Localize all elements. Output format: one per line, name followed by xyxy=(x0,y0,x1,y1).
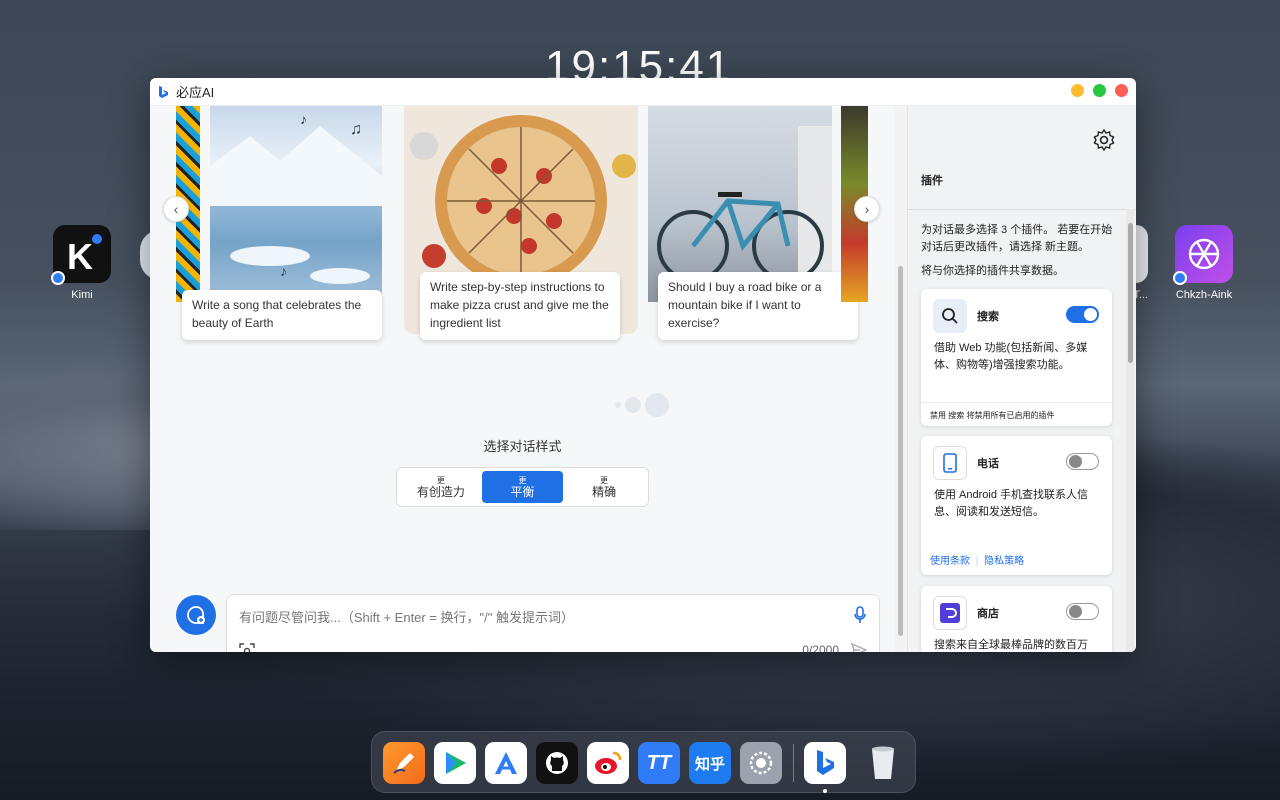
link-separator: | xyxy=(975,556,979,567)
carousel-card[interactable]: Should I buy a road bike or a mountain b… xyxy=(648,106,858,340)
plugin-description: 使用 Android 手机查找联系人信息、阅读和发送短信。 xyxy=(934,489,1089,518)
active-app-indicator xyxy=(823,789,827,793)
dock-app-weibo[interactable] xyxy=(587,742,629,784)
conversation-style-selector: 更 有创造力 更 平衡 更 精确 xyxy=(396,467,649,507)
svg-text:♫: ♫ xyxy=(350,121,362,138)
dock-trash[interactable] xyxy=(862,742,904,784)
style-selector-title: 选择对话样式 xyxy=(483,439,562,454)
weibo-icon xyxy=(595,751,622,774)
desktop-icon-kimi[interactable]: K Kimi xyxy=(42,225,122,301)
chat-input-placeholder[interactable]: 有问题尽管问我...（Shift + Enter = 换行，"/" 触发提示词） xyxy=(239,607,574,626)
dock-app-tt[interactable]: TT xyxy=(638,742,680,784)
minimize-button[interactable] xyxy=(1071,84,1084,97)
plugins-description: 为对话最多选择 3 个插件。 若要在开始对话后更改插件，请选择 新主题。 xyxy=(921,224,1113,253)
dock-app-store[interactable] xyxy=(485,742,527,784)
dock: TT 知乎 xyxy=(371,731,916,793)
plugin-card-shop: 商店 搜索来自全球最棒品牌的数百万 xyxy=(921,586,1112,652)
search-icon xyxy=(933,299,967,333)
plugin-card-search: 搜索 借助 Web 功能(包括新闻、多媒体、购物等)增强搜索功能。 禁用 搜索 … xyxy=(921,289,1112,426)
divider xyxy=(908,209,1136,210)
settings-icon xyxy=(749,751,773,775)
trash-icon xyxy=(872,746,894,779)
style-option-balanced[interactable]: 更 平衡 xyxy=(481,471,564,503)
tt-label: TT xyxy=(646,751,672,774)
privacy-link[interactable]: 隐私策略 xyxy=(984,556,1024,567)
chatgpt-icon xyxy=(1173,225,1233,285)
terms-link[interactable]: 使用条款 xyxy=(930,556,970,567)
plugin-description: 搜索来自全球最棒品牌的数百万 xyxy=(934,639,1088,651)
pen-icon xyxy=(393,753,414,774)
desktop-icon-label: Kimi xyxy=(71,289,93,301)
plugin-toggle-phone[interactable] xyxy=(1066,453,1099,470)
window-title: 必应AI xyxy=(176,85,215,100)
app-store-icon xyxy=(495,752,517,774)
desktop-icon-label: Chkzh-Aink xyxy=(1175,289,1233,301)
card-image: ♪ ♫ ♪ xyxy=(210,106,382,302)
new-chat-icon xyxy=(187,606,205,624)
zhihu-label: 知乎 xyxy=(694,755,725,773)
link-badge-icon xyxy=(51,271,65,285)
dock-app-pen[interactable] xyxy=(383,742,425,784)
svg-text:♪: ♪ xyxy=(280,263,287,279)
window-controls xyxy=(1071,84,1128,97)
style-option-precise[interactable]: 更 精确 xyxy=(563,471,645,503)
plugin-name: 电话 xyxy=(977,458,999,470)
plugin-name: 商店 xyxy=(977,608,999,620)
dock-app-github[interactable] xyxy=(536,742,578,784)
maximize-button[interactable] xyxy=(1093,84,1106,97)
carousel-next-button[interactable]: › xyxy=(854,196,880,222)
dock-app-settings[interactable] xyxy=(740,742,782,784)
shop-icon xyxy=(933,596,967,630)
settings-gear-icon[interactable] xyxy=(1092,128,1116,152)
card-caption: Should I buy a road bike or a mountain b… xyxy=(658,272,858,340)
play-icon xyxy=(446,752,466,774)
plugin-footer-note: 禁用 搜索 将禁用所有已启用的插件 xyxy=(921,402,1112,426)
card-caption: Write step-by-step instructions to make … xyxy=(420,272,620,340)
chevron-left-icon: ‹ xyxy=(173,201,179,217)
chat-input-box[interactable]: 有问题尽管问我...（Shift + Enter = 换行，"/" 触发提示词）… xyxy=(226,594,880,652)
char-counter: 0/2000 xyxy=(802,643,839,652)
dock-separator xyxy=(793,744,794,782)
desktop-icon-chkzh[interactable]: Chkzh-Aink xyxy=(1164,225,1244,301)
phone-icon xyxy=(933,446,967,480)
kimi-icon: K xyxy=(51,225,111,285)
plugin-card-phone: 电话 使用 Android 手机查找联系人信息、阅读和发送短信。 使用条款 | … xyxy=(921,436,1112,575)
github-icon xyxy=(546,752,568,774)
bing-ai-window: 必应AI ♪ ♫ ♪ Write a song that celebrates th… xyxy=(150,78,1136,652)
loading-dots xyxy=(615,393,669,417)
svg-text:K: K xyxy=(67,236,93,277)
send-icon[interactable] xyxy=(851,642,867,652)
carousel-card[interactable]: ♪ ♫ ♪ Write a song that celebrates the bea… xyxy=(182,106,390,340)
card-caption: Write a song that celebrates the beauty … xyxy=(182,290,382,340)
chevron-right-icon: › xyxy=(864,201,870,217)
bing-icon xyxy=(817,750,834,775)
dock-app-bing[interactable] xyxy=(804,742,846,784)
style-option-creative[interactable]: 更 有创造力 xyxy=(400,471,482,503)
plugin-description: 借助 Web 功能(包括新闻、多媒体、购物等)增强搜索功能。 xyxy=(934,342,1088,371)
prompt-carousel: ♪ ♫ ♪ Write a song that celebrates the bea… xyxy=(176,106,868,346)
carousel-prev-button[interactable]: ‹ xyxy=(163,196,189,222)
close-button[interactable] xyxy=(1115,84,1128,97)
plugin-name: 搜索 xyxy=(977,311,999,323)
sidebar-scrollbar[interactable] xyxy=(1126,209,1134,652)
plugin-toggle-shop[interactable] xyxy=(1066,603,1099,620)
microphone-icon[interactable] xyxy=(853,606,867,624)
carousel-card[interactable]: Write step-by-step instructions to make … xyxy=(404,106,638,340)
svg-text:♪: ♪ xyxy=(300,111,307,127)
main-scrollbar[interactable] xyxy=(895,106,907,652)
plugins-title: 插件 xyxy=(921,175,943,187)
plugin-toggle-search[interactable] xyxy=(1066,306,1099,323)
new-topic-button[interactable] xyxy=(176,595,216,635)
visual-search-icon[interactable] xyxy=(239,643,255,652)
chat-main: ♪ ♫ ♪ Write a song that celebrates the bea… xyxy=(150,106,895,652)
dock-app-zhihu[interactable]: 知乎 xyxy=(689,742,731,784)
titlebar: 必应AI xyxy=(150,78,1136,106)
plugin-links: 使用条款 | 隐私策略 xyxy=(930,552,1024,567)
bing-logo-icon xyxy=(159,85,168,98)
plugins-share-note: 将与你选择的插件共享数据。 xyxy=(921,265,1064,277)
dock-app-video[interactable] xyxy=(434,742,476,784)
link-badge-icon xyxy=(1173,271,1187,285)
plugins-sidebar: 插件 为对话最多选择 3 个插件。 若要在开始对话后更改插件，请选择 新主题。 … xyxy=(907,106,1136,652)
